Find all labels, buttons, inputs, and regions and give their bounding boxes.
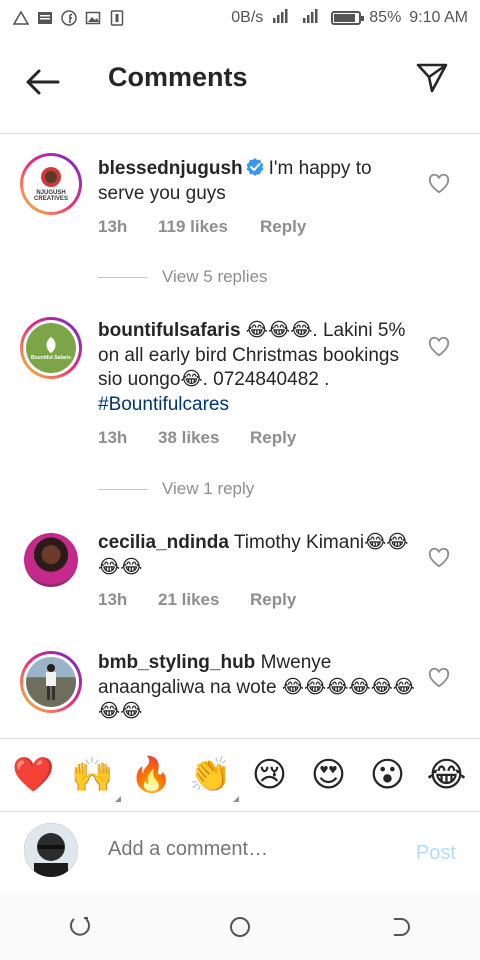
back-nav-icon [394,918,410,936]
view-replies-button[interactable]: View 5 replies [98,267,268,287]
home-icon [230,917,250,937]
comment-text: bountifulsafaris 😂😂😂. Lakini 5% on all e… [98,319,416,417]
comment-username[interactable]: bountifulsafaris [98,320,241,341]
avatar-label: Bountiful Safaris [30,355,71,361]
comment-time: 13h [98,428,128,447]
replies-divider [98,276,148,278]
sim-icon [108,9,126,27]
view-replies-label: View 5 replies [162,267,268,286]
back-arrow-icon [26,69,60,95]
recents-button[interactable] [65,912,95,942]
heart-icon[interactable] [428,336,450,358]
comment-username[interactable]: cecilia_ndinda [98,532,229,553]
view-replies-label: View 1 reply [162,479,255,498]
home-button[interactable] [225,912,255,942]
emoji-clap-button[interactable]: 👏 [187,758,239,802]
emoji-heart-button[interactable]: ❤️ [10,758,58,792]
emoji-quick-bar: ❤️ 🙌 🔥 👏 😢 😍 😮 😂 [0,738,480,812]
system-nav-bar [0,894,480,960]
gallery-icon [84,9,102,27]
avatar-face-icon [41,167,61,187]
reply-button[interactable]: Reply [260,217,306,237]
heart-icon[interactable] [428,173,450,195]
avatar[interactable] [20,651,82,713]
comment-meta: 13h 21 likes Reply [98,590,296,610]
comment-text: cecilia_ndinda Timothy Kimani😂😂😂😂 [98,531,416,580]
back-button[interactable] [22,64,62,100]
comment-hashtag[interactable]: #Bountifulcares [98,394,229,415]
reply-button[interactable]: Reply [250,428,296,448]
avatar[interactable]: Bountiful Safaris [20,317,82,379]
wifi-icon [271,8,293,29]
send-button[interactable] [414,60,450,96]
avatar-label: NJUGUSH CREATIVES [34,190,68,202]
page-title: Comments [108,62,248,92]
emoji-heart-eyes-button[interactable]: 😍 [305,758,353,792]
avatar[interactable] [24,533,78,587]
replies-divider [98,488,148,490]
avatar[interactable]: NJUGUSH CREATIVES [20,153,82,215]
status-bar: 0B/s 85% 9:10 AM [0,0,480,36]
heart-icon[interactable] [428,547,450,569]
comment-text: bmb_styling_hub Mwenye anaangaliwa na wo… [98,651,416,725]
emoji-surprised-button[interactable]: 😮 [364,758,412,792]
avatar-person-icon [46,664,56,700]
battery-icon [331,11,365,25]
comment-meta: 13h 119 likes Reply [98,217,306,237]
reply-button[interactable]: Reply [250,590,296,610]
facebook-icon [60,9,78,27]
signal-icon [301,8,323,29]
view-replies-button[interactable]: View 1 reply [98,479,254,499]
comment-likes[interactable]: 21 likes [158,590,250,610]
emoji-crying-button[interactable]: 😢 [246,758,294,792]
avatar-leaf-icon [46,337,56,353]
send-icon [416,63,448,93]
comment-meta: 13h 38 likes Reply [98,428,296,448]
header: Comments [0,36,480,134]
clock: 9:10 AM [409,9,468,26]
comment-likes[interactable]: 38 likes [158,428,250,448]
post-button[interactable]: Post [416,842,456,865]
battery-fill [334,14,355,22]
comment-time: 13h [98,217,128,236]
emoji-raised-hands-button[interactable]: 🙌 [69,758,121,802]
comment-time: 13h [98,590,128,609]
status-system: 0B/s 85% 9:10 AM [231,8,468,29]
emoji-laughing-button[interactable]: 😂 [423,758,471,792]
comment-likes[interactable]: 119 likes [158,217,260,237]
status-notification-icons [12,9,126,27]
comment-username[interactable]: bmb_styling_hub [98,652,255,673]
recents-icon [70,917,90,936]
emoji-fire-button[interactable]: 🔥 [128,758,176,792]
network-speed: 0B/s [231,9,264,26]
user-avatar-icon [24,823,78,877]
alert-triangle-icon [12,9,30,27]
comment-composer: Post [0,812,480,894]
comment-text: blessednjugush I'm happy to serve you guy… [98,157,416,206]
heart-icon[interactable] [428,667,450,689]
battery-percent: 85% [369,9,402,26]
news-icon [36,9,54,27]
comment-username[interactable]: blessednjugush [98,158,243,179]
comments-list[interactable]: NJUGUSH CREATIVES blessednjugush I'm happ… [0,135,480,738]
back-nav-button[interactable] [385,912,415,942]
comment-input[interactable] [108,838,388,861]
verified-badge-icon [246,158,264,176]
avatar [24,823,78,877]
